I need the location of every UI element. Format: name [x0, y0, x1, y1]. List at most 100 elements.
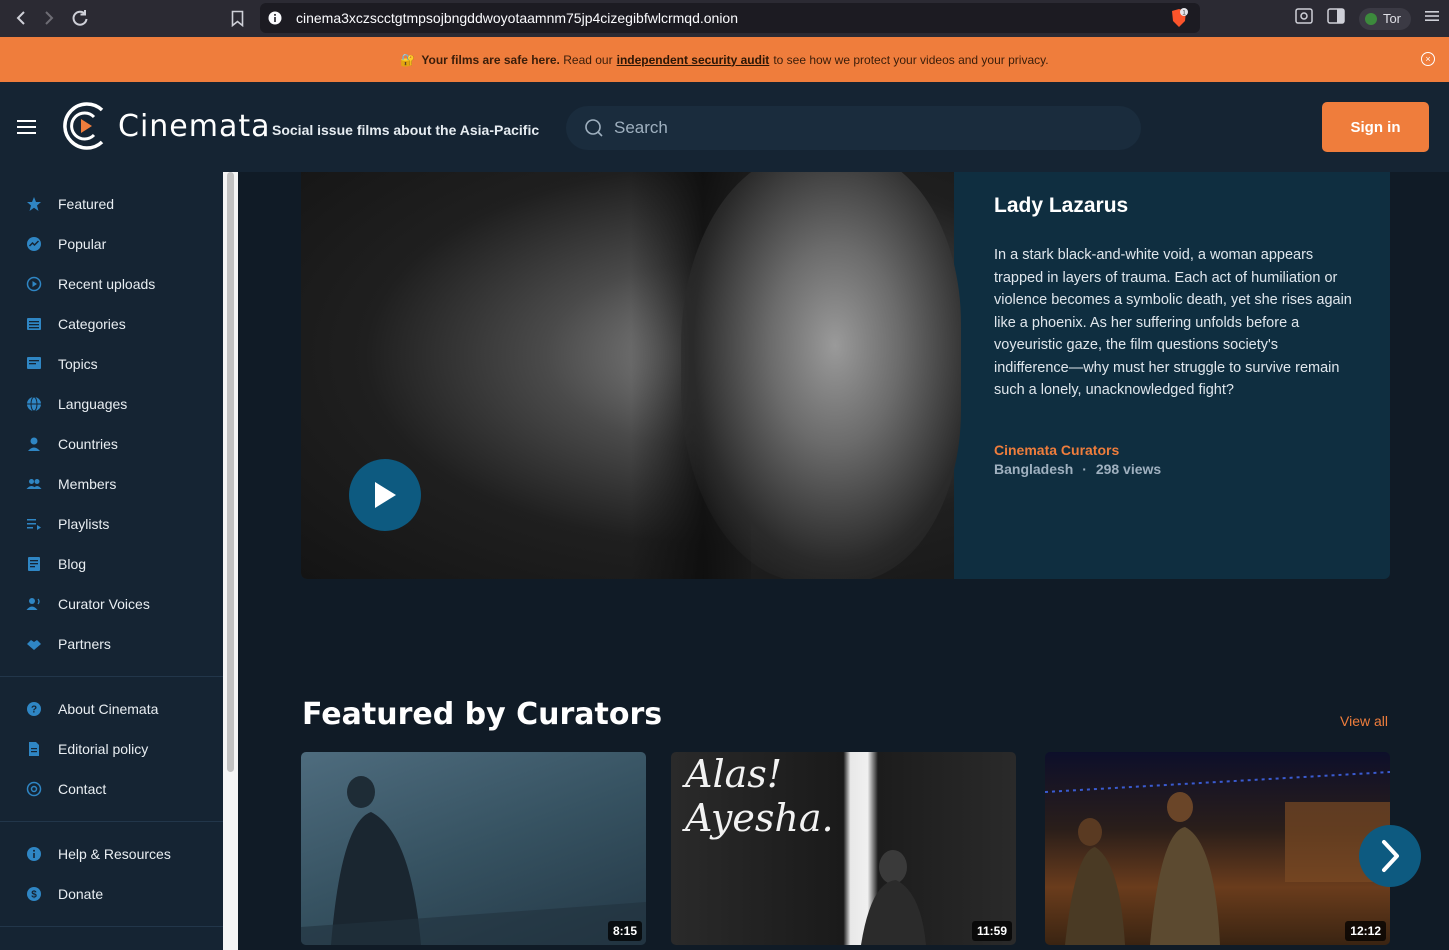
sidebar-item-label: Topics	[58, 356, 98, 372]
tor-button[interactable]: Tor	[1358, 7, 1411, 30]
sidebar-item-featured[interactable]: Featured	[0, 184, 223, 224]
svg-text:$: $	[31, 890, 37, 901]
document-icon	[26, 741, 42, 757]
tor-label: Tor	[1382, 11, 1401, 26]
sign-in-button[interactable]: Sign in	[1322, 102, 1429, 152]
sidebar-toggle-icon[interactable]	[1327, 8, 1345, 29]
bookmark-icon[interactable]	[226, 6, 248, 30]
sidebar-item-countries[interactable]: Countries	[0, 424, 223, 464]
sidebar-item-languages[interactable]: Languages	[0, 384, 223, 424]
address-bar[interactable]: cinema3xczscctgtmpsojbngddwoyotaamnm75jp…	[260, 3, 1200, 33]
card-thumbnail	[861, 850, 926, 945]
sidebar-item-about[interactable]: ? About Cinemata	[0, 689, 223, 729]
sidebar-item-blog[interactable]: Blog	[0, 544, 223, 584]
sidebar-item-topics[interactable]: Topics	[0, 344, 223, 384]
video-duration: 12:12	[1345, 921, 1386, 941]
search-input[interactable]: Search	[566, 106, 1141, 150]
sidebar-item-label: Featured	[58, 196, 115, 212]
play-circle-icon	[26, 276, 42, 292]
sidebar-item-label: Curator Voices	[58, 596, 150, 612]
view-all-link[interactable]: View all	[1340, 713, 1388, 729]
sidebar-item-categories[interactable]: Categories	[0, 304, 223, 344]
sidebar-item-label: Playlists	[58, 516, 110, 532]
sidebar-item-label: Countries	[58, 436, 118, 452]
carousel-next-button[interactable]	[1359, 825, 1421, 887]
hero-curator-link[interactable]: Cinemata Curators	[994, 442, 1354, 458]
browser-right-controls: Tor	[1295, 0, 1449, 37]
hero-views: 298 views	[1095, 460, 1162, 477]
sidebar-item-label: Popular	[58, 236, 107, 252]
section-title: Featured by Curators	[302, 697, 663, 732]
sidebar-item-donate[interactable]: $ Donate	[0, 874, 223, 914]
sidebar-item-playlists[interactable]: Playlists	[0, 504, 223, 544]
hero-description: In a stark black-and-white void, a woman…	[994, 247, 1352, 398]
url-text: cinema3xczscctgtmpsojbngddwoyotaamnm75jp…	[296, 10, 738, 26]
site-info-icon[interactable]	[260, 11, 290, 25]
sidebar-scrollbar[interactable]	[223, 172, 238, 950]
topics-icon	[26, 356, 42, 372]
video-duration: 8:15	[607, 921, 642, 941]
sidebar-item-members[interactable]: Members	[0, 464, 223, 504]
sidebar-item-label: Partners	[58, 636, 111, 652]
sidebar-item-contact[interactable]: Contact	[0, 769, 223, 809]
at-icon	[26, 781, 42, 797]
hero-meta: Bangladesh · 298 views	[994, 461, 1354, 477]
reader-view-icon[interactable]	[1295, 8, 1313, 29]
reload-icon[interactable]	[65, 3, 95, 33]
video-card[interactable]: Alas! Ayesha. 11:59	[671, 752, 1016, 945]
forward-icon[interactable]	[34, 3, 64, 33]
banner-close-button[interactable]: ×	[1421, 52, 1435, 66]
meta-separator: ·	[1082, 460, 1087, 477]
security-banner: 🔐 Your films are safe here. Read our ind…	[0, 37, 1449, 82]
video-card[interactable]: 8:15	[301, 752, 646, 945]
sidebar-item-label: About Cinemata	[58, 701, 159, 717]
video-duration: 11:59	[971, 921, 1012, 941]
menu-icon[interactable]	[1425, 9, 1439, 28]
sidebar-item-popular[interactable]: Popular	[0, 224, 223, 264]
hero-thumbnail-portrait	[681, 172, 961, 579]
hero-info: Lady Lazarus In a stark black-and-white …	[994, 194, 1354, 477]
hero-country: Bangladesh	[994, 460, 1074, 477]
hamburger-menu-icon[interactable]	[17, 120, 36, 138]
help-icon: ?	[26, 701, 42, 717]
banner-text-after: to see how we protect your videos and yo…	[773, 52, 1049, 67]
sidebar-item-label: Categories	[58, 316, 126, 332]
globe-icon	[26, 396, 42, 412]
sidebar-divider	[0, 821, 223, 822]
blog-icon	[26, 556, 42, 572]
play-button[interactable]	[349, 459, 421, 531]
search-placeholder: Search	[614, 118, 668, 137]
sidebar-item-editorial-policy[interactable]: Editorial policy	[0, 729, 223, 769]
hero-video-thumbnail[interactable]	[301, 172, 961, 579]
star-icon	[26, 196, 42, 212]
sidebar-item-label: Recent uploads	[58, 276, 156, 292]
sidebar-item-label: Donate	[58, 886, 104, 902]
sidebar-item-label: Languages	[58, 396, 128, 412]
video-card[interactable]: 12:12	[1045, 752, 1390, 945]
svg-text:?: ?	[31, 705, 37, 716]
scrollbar-thumb[interactable]	[227, 172, 234, 772]
handshake-icon	[26, 636, 42, 652]
sidebar-item-partners[interactable]: Partners	[0, 624, 223, 664]
sidebar-item-label: Help & Resources	[58, 846, 171, 862]
lock-emoji-icon: 🔐	[400, 52, 416, 67]
members-icon	[26, 476, 42, 492]
sidebar-item-help-resources[interactable]: Help & Resources	[0, 834, 223, 874]
browser-toolbar: cinema3xczscctgtmpsojbngddwoyotaamnm75jp…	[0, 0, 1449, 37]
sidebar-item-label: Contact	[58, 781, 107, 797]
sidebar-item-recent-uploads[interactable]: Recent uploads	[0, 264, 223, 304]
card-thumbnail	[1045, 771, 1390, 945]
sidebar-item-curator-voices[interactable]: Curator Voices	[0, 584, 223, 624]
site-header: Cinemata Social issue films about the As…	[0, 82, 1449, 172]
hero-title[interactable]: Lady Lazarus	[994, 194, 1354, 218]
site-logo[interactable]: Cinemata	[60, 100, 271, 152]
location-icon	[26, 436, 42, 452]
donate-icon: $	[26, 886, 42, 902]
brave-shield-icon[interactable]: 1	[1170, 8, 1188, 28]
card-thumbnail	[301, 776, 646, 945]
security-audit-link[interactable]: independent security audit	[617, 53, 770, 67]
back-icon[interactable]	[6, 3, 36, 33]
list-icon	[26, 316, 42, 332]
banner-text-before: Read our	[563, 52, 613, 67]
voice-icon	[26, 596, 42, 612]
